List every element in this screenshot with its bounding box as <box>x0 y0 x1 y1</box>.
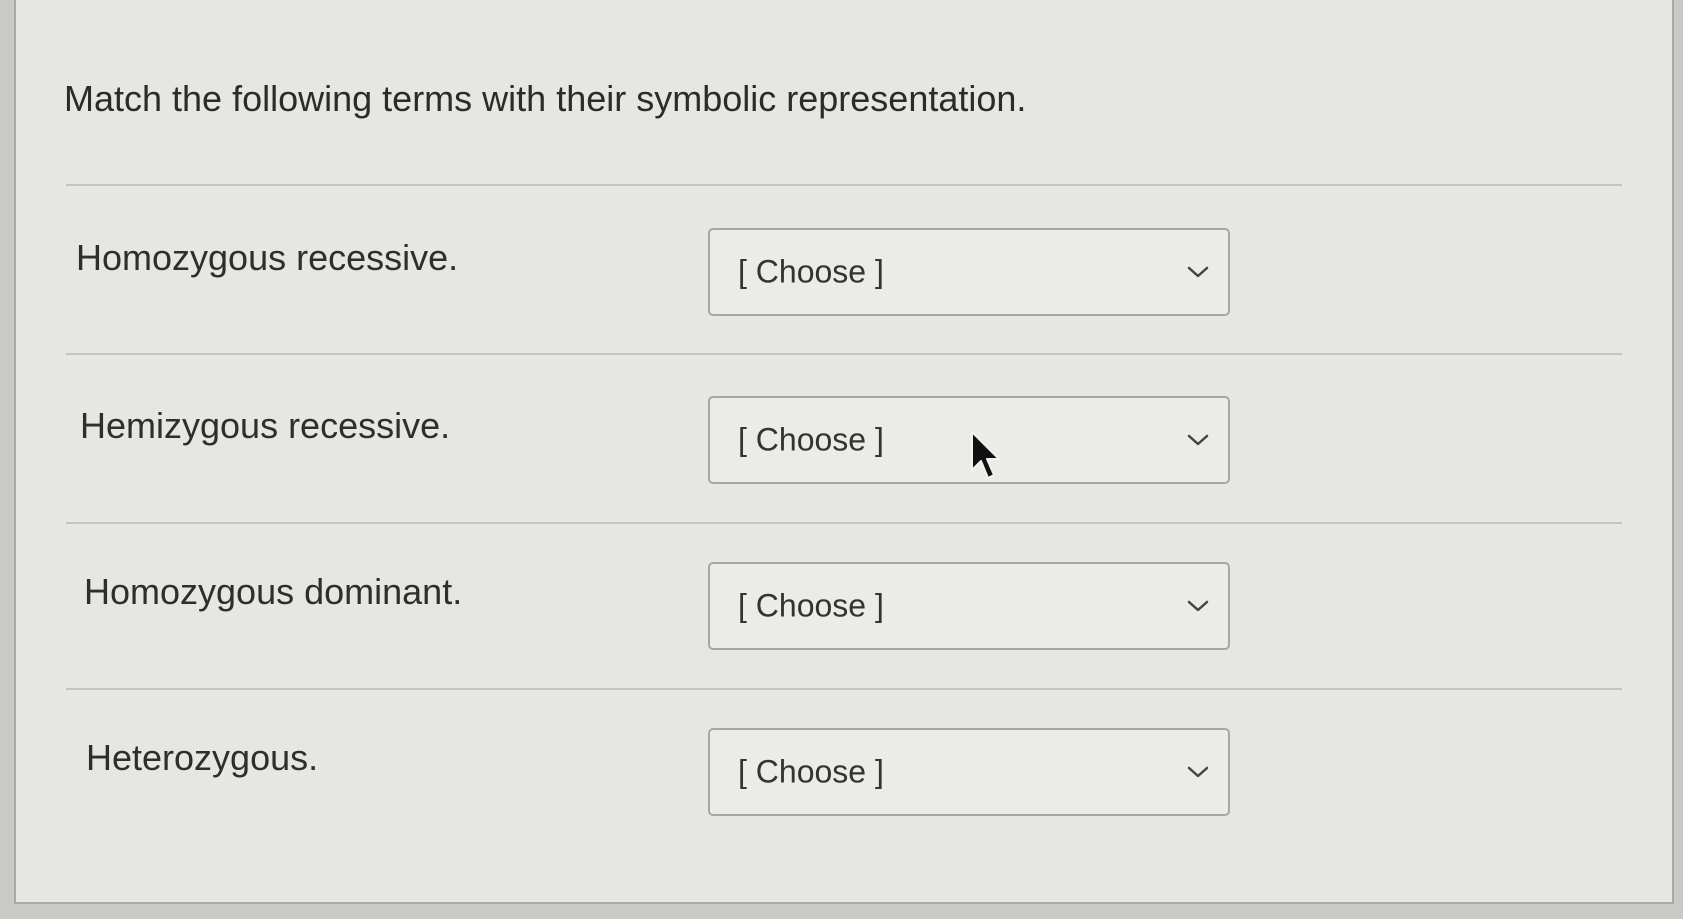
divider <box>66 353 1622 355</box>
answer-dropdown-homozygous-recessive[interactable]: [ Choose ] <box>708 228 1230 316</box>
term-label-heterozygous: Heterozygous. <box>86 737 319 778</box>
term-label-homozygous-dominant: Homozygous dominant. <box>84 571 463 612</box>
chevron-down-icon <box>1187 434 1209 446</box>
quiz-question-panel: Match the following terms with their sym… <box>14 0 1674 904</box>
divider <box>66 522 1622 524</box>
dropdown-selected-value: [ Choose ] <box>738 421 884 458</box>
chevron-down-icon <box>1187 600 1209 612</box>
answer-dropdown-hemizygous-recessive[interactable]: [ Choose ] <box>708 396 1230 484</box>
divider <box>66 184 1622 186</box>
divider <box>66 688 1622 690</box>
answer-dropdown-heterozygous[interactable]: [ Choose ] <box>708 728 1230 816</box>
dropdown-selected-value: [ Choose ] <box>738 253 884 290</box>
answer-dropdown-homozygous-dominant[interactable]: [ Choose ] <box>708 562 1230 650</box>
chevron-down-icon <box>1187 266 1209 278</box>
question-title: Match the following terms with their sym… <box>64 78 1027 119</box>
term-label-homozygous-recessive: Homozygous recessive. <box>76 237 459 278</box>
mouse-cursor-icon <box>971 431 1000 479</box>
dropdown-selected-value: [ Choose ] <box>738 587 884 624</box>
chevron-down-icon <box>1187 766 1209 778</box>
dropdown-selected-value: [ Choose ] <box>738 753 884 790</box>
term-label-hemizygous-recessive: Hemizygous recessive. <box>80 405 451 446</box>
